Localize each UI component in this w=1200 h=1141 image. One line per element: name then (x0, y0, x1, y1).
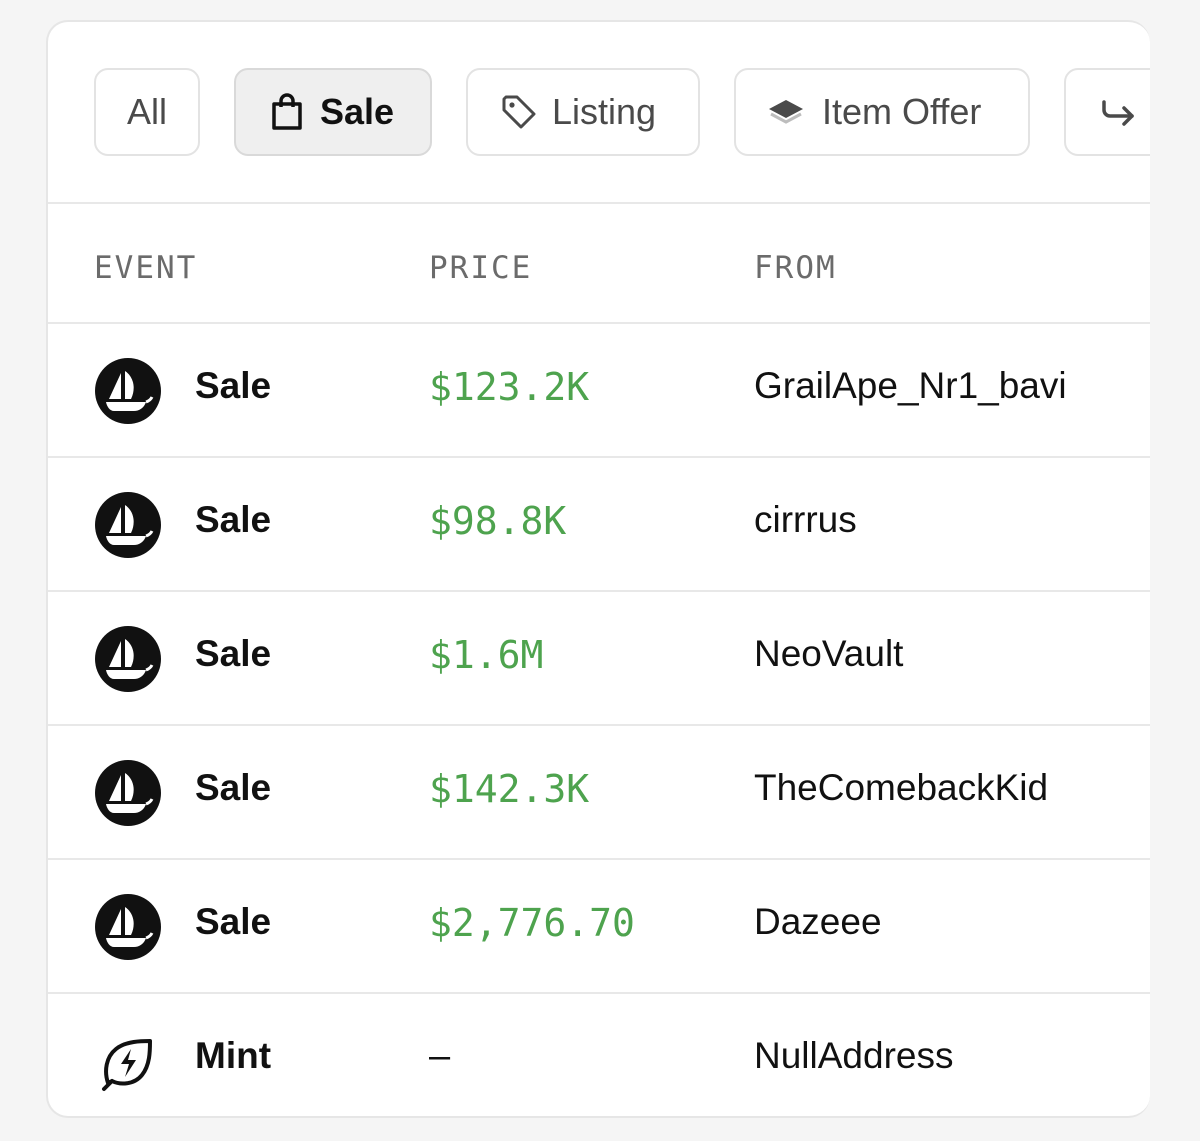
table-row[interactable]: Mint – NullAddress (48, 994, 1150, 1116)
filter-all-button[interactable]: All (94, 68, 200, 156)
table-row[interactable]: Sale $98.8K cirrrus (48, 458, 1150, 592)
event-label: Sale (195, 365, 272, 406)
from-user-link[interactable]: GrailApe_Nr1_bavi (754, 365, 1067, 407)
from-user-link[interactable]: Dazeee (754, 901, 882, 943)
price-value: – (429, 1035, 451, 1077)
table-header: EVENT PRICE FROM (48, 204, 1150, 324)
event-label: Sale (195, 499, 272, 540)
from-user-link[interactable]: cirrrus (754, 499, 857, 541)
opensea-icon (94, 357, 162, 425)
table-row[interactable]: Sale $2,776.70 Dazeee (48, 860, 1150, 994)
redo-arrow-icon (1100, 96, 1138, 128)
event-label: Sale (195, 767, 272, 808)
opensea-icon (94, 759, 162, 827)
price-value: $98.8K (429, 499, 567, 543)
opensea-icon (94, 491, 162, 559)
filter-sale-button[interactable]: Sale (234, 68, 432, 156)
filter-all-label: All (126, 91, 167, 132)
event-filter-bar: All Sale Listing Item Offer (48, 22, 1150, 204)
opensea-icon (94, 625, 162, 693)
event-label: Sale (195, 633, 272, 674)
filter-transfer-button[interactable] (1064, 68, 1150, 156)
filter-listing-button[interactable]: Listing (466, 68, 700, 156)
price-value: $123.2K (429, 365, 590, 409)
price-value: $1.6M (429, 633, 544, 677)
table-row[interactable]: Sale $1.6M NeoVault (48, 592, 1150, 726)
from-user-link[interactable]: NullAddress (754, 1035, 953, 1077)
event-label: Mint (195, 1035, 272, 1076)
event-column-header: EVENT (94, 250, 198, 286)
shopping-bag-icon (270, 93, 304, 131)
table-row[interactable]: Sale $142.3K TheComebackKid (48, 726, 1150, 860)
from-user-link[interactable]: NeoVault (754, 633, 903, 675)
price-value: $2,776.70 (429, 901, 635, 945)
filter-item-offer-button[interactable]: Item Offer (734, 68, 1030, 156)
price-column-header: PRICE (429, 250, 533, 286)
mint-icon (94, 1027, 162, 1095)
filter-sale-label: Sale (320, 91, 395, 132)
event-label: Sale (195, 901, 272, 942)
filter-item-offer-label: Item Offer (822, 91, 982, 132)
from-user-link[interactable]: TheComebackKid (754, 767, 1048, 809)
activity-card: All Sale Listing Item Offer EVENT PRICE … (46, 20, 1150, 1118)
opensea-icon (94, 893, 162, 961)
from-column-header: FROM (754, 250, 837, 286)
filter-listing-label: Listing (552, 91, 657, 132)
table-row[interactable]: Sale $123.2K GrailApe_Nr1_bavi (48, 324, 1150, 458)
price-value: $142.3K (429, 767, 590, 811)
layers-icon (766, 95, 806, 129)
tag-icon (500, 93, 538, 131)
